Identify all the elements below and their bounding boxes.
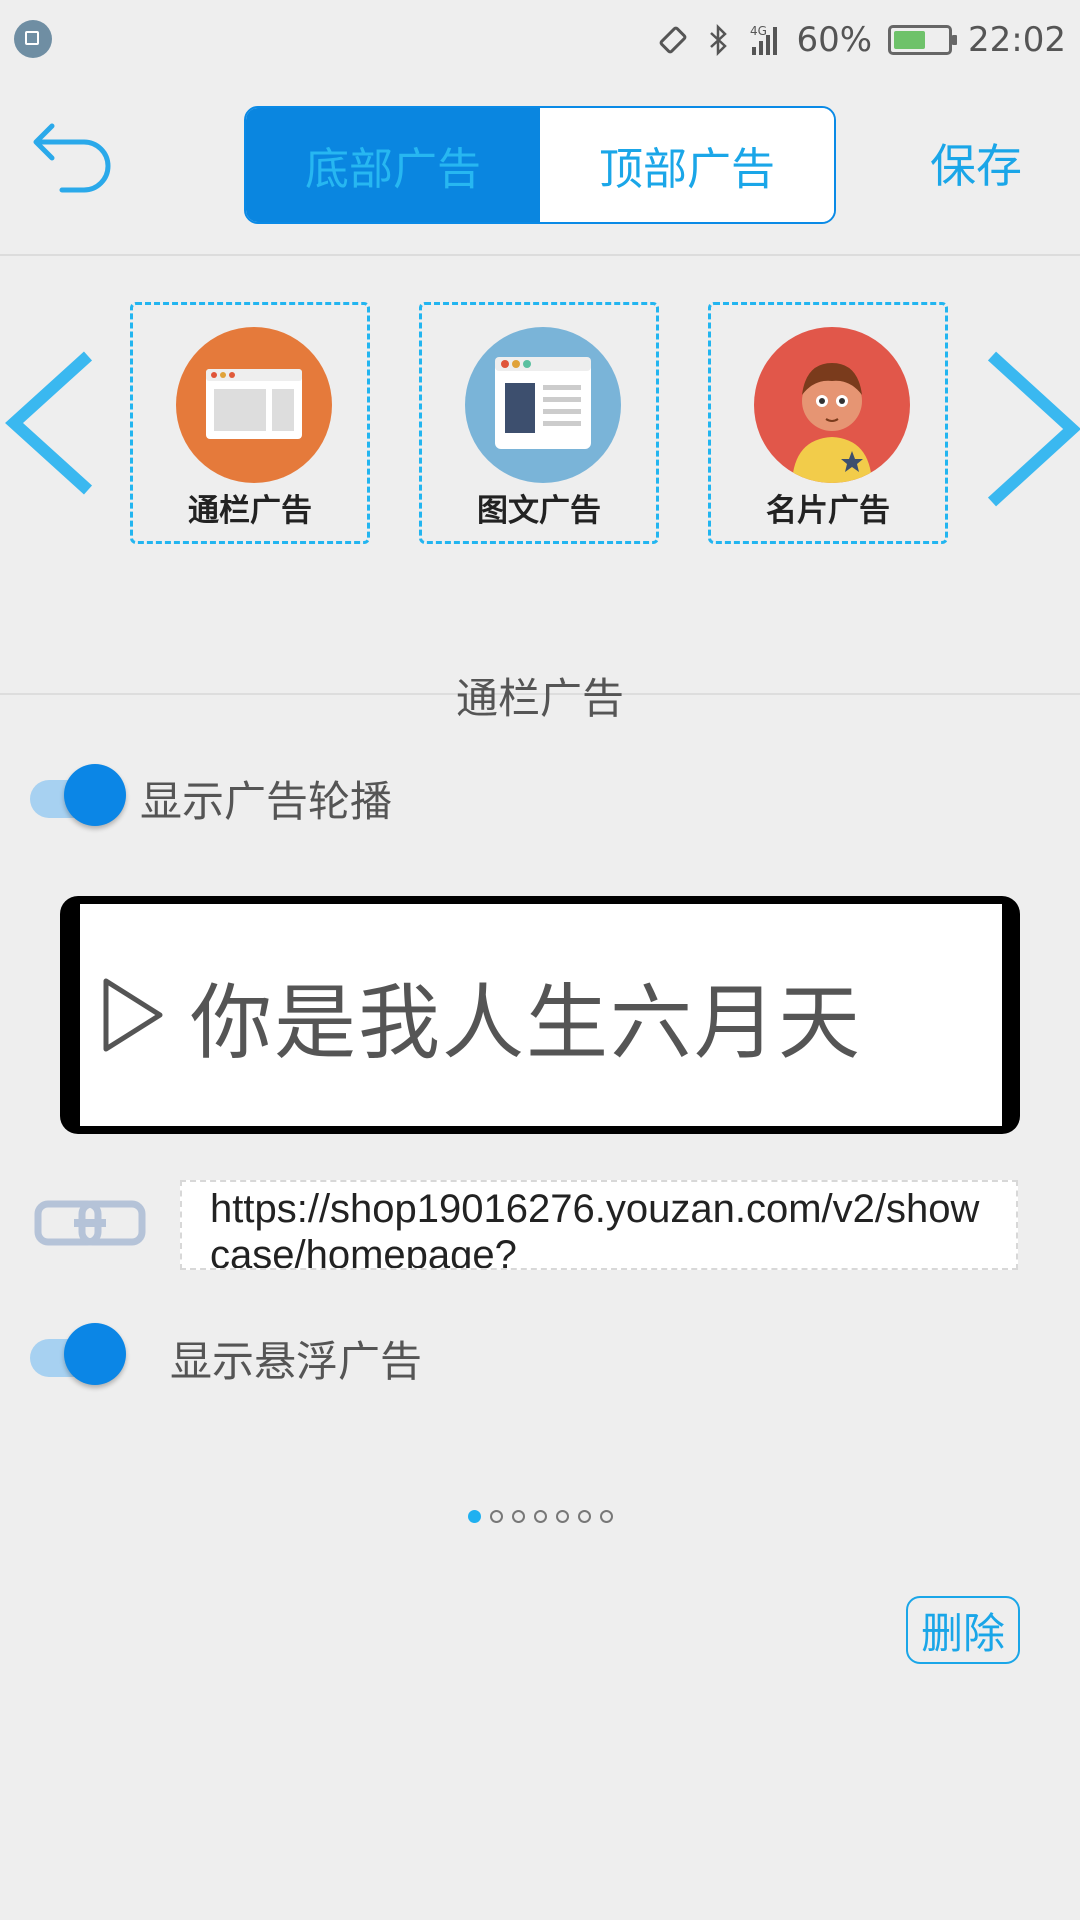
header-divider: [0, 254, 1080, 256]
tab-bottom-ad[interactable]: 底部广告: [246, 108, 540, 222]
template-card-business-card[interactable]: 名片广告: [708, 302, 948, 544]
status-bar: 4G 60% 22:02: [0, 0, 1080, 80]
ad-position-tabs: 底部广告 顶部广告: [244, 106, 836, 224]
template-label: 名片广告: [766, 493, 890, 529]
page-dot[interactable]: [511, 1510, 525, 1523]
status-icons: 4G 60% 22:02: [658, 12, 1066, 68]
template-label: 通栏广告: [188, 493, 312, 529]
carousel-toggle[interactable]: [24, 764, 128, 828]
back-icon[interactable]: [22, 120, 122, 210]
play-icon: [103, 978, 163, 1052]
chevron-left-icon[interactable]: [0, 348, 100, 498]
rotation-lock-icon: [660, 26, 687, 54]
template-card-image-text[interactable]: 图文广告: [419, 302, 659, 544]
signal-4g-icon: 4G: [750, 24, 778, 55]
bluetooth-icon: [710, 23, 728, 57]
toggle-thumb: [64, 1323, 126, 1385]
screenshot-icon: [14, 20, 52, 58]
page-dot[interactable]: [577, 1510, 591, 1523]
page-dot[interactable]: [555, 1510, 569, 1523]
toggle-thumb: [64, 764, 126, 826]
battery-fill: [894, 31, 926, 49]
image-text-ad-icon: [465, 327, 621, 483]
page-dot[interactable]: [533, 1510, 547, 1523]
banner-ad-icon: [176, 327, 332, 483]
url-input[interactable]: https://shop19016276.youzan.com/v2/showc…: [180, 1180, 1018, 1270]
page-dot[interactable]: [489, 1510, 503, 1523]
svg-text:4G: 4G: [750, 24, 767, 38]
page-dot[interactable]: [467, 1510, 481, 1523]
page-dot[interactable]: [599, 1510, 613, 1523]
clock: 22:02: [968, 20, 1066, 60]
chevron-right-icon[interactable]: [988, 348, 1080, 510]
banner-preview[interactable]: 你是我人生六月天: [60, 896, 1020, 1134]
section-title: 通栏广告: [455, 674, 624, 723]
link-icon: [34, 1200, 146, 1246]
url-text: https://shop19016276.youzan.com/v2/showc…: [210, 1187, 980, 1270]
tab-top-ad[interactable]: 顶部广告: [540, 108, 834, 222]
battery-percent: 60%: [796, 20, 873, 60]
float-ad-toggle[interactable]: [24, 1323, 128, 1387]
delete-button[interactable]: 删除: [906, 1596, 1020, 1664]
save-button[interactable]: 保存: [930, 130, 1022, 196]
template-label: 图文广告: [477, 493, 601, 529]
business-card-ad-icon: [754, 327, 910, 483]
banner-text: 你是我人生六月天: [190, 975, 863, 1071]
battery-icon: [888, 25, 958, 55]
banner-content: 你是我人生六月天: [80, 904, 1002, 1126]
template-card-banner[interactable]: 通栏广告: [130, 302, 370, 544]
carousel-toggle-label: 显示广告轮播: [140, 777, 393, 826]
page-indicator: [0, 1510, 1080, 1523]
float-ad-toggle-label: 显示悬浮广告: [170, 1337, 423, 1386]
